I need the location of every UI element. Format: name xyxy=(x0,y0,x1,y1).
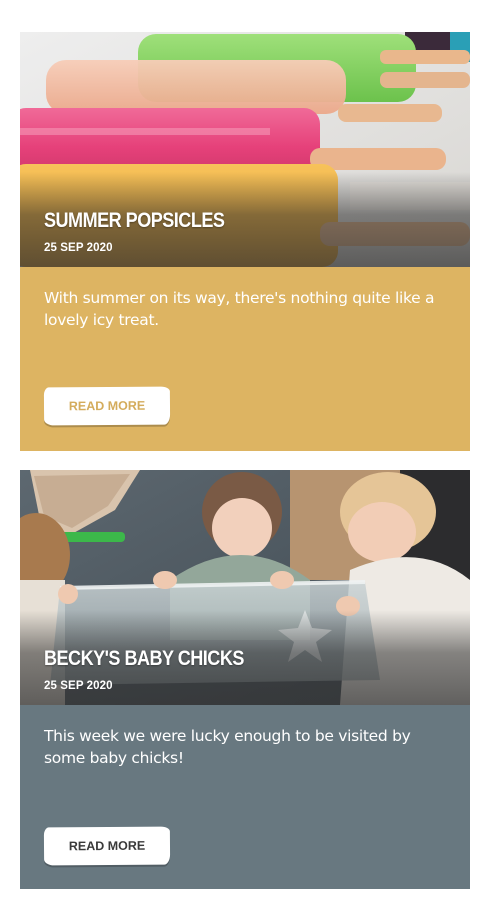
post-excerpt: With summer on its way, there's nothing … xyxy=(44,289,435,329)
post-hero[interactable]: BECKY'S BABY CHICKS 25 SEP 2020 xyxy=(20,470,470,705)
post-date: 25 SEP 2020 xyxy=(44,242,113,254)
read-more-button[interactable]: READ MORE xyxy=(43,826,171,866)
post-card-beckys-baby-chicks[interactable]: BECKY'S BABY CHICKS 25 SEP 2020 This wee… xyxy=(20,470,470,889)
post-excerpt: This week we were lucky enough to be vis… xyxy=(44,727,411,767)
read-more-button[interactable]: READ MORE xyxy=(43,386,171,426)
post-card-summer-popsicles[interactable]: SUMMER POPSICLES 25 SEP 2020 With summer… xyxy=(20,32,470,451)
post-hero[interactable]: SUMMER POPSICLES 25 SEP 2020 xyxy=(20,32,470,267)
post-date: 25 SEP 2020 xyxy=(44,680,113,692)
post-excerpt-panel: With summer on its way, there's nothing … xyxy=(20,267,470,451)
post-title[interactable]: SUMMER POPSICLES xyxy=(44,209,225,233)
post-excerpt-panel: This week we were lucky enough to be vis… xyxy=(20,705,470,889)
post-title[interactable]: BECKY'S BABY CHICKS xyxy=(44,647,244,671)
